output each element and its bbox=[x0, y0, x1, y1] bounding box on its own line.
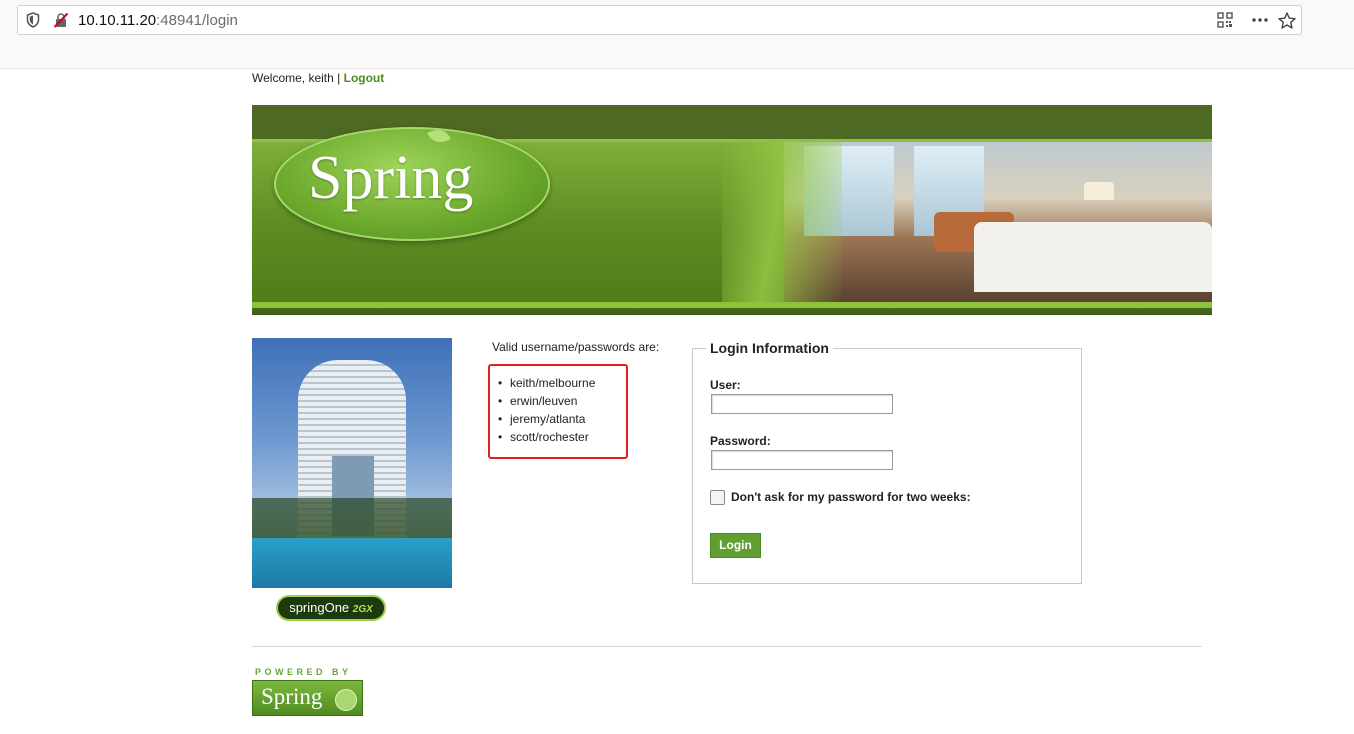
credential-item: jeremy/atlanta bbox=[498, 410, 595, 428]
credentials-list: keith/melbourne erwin/leuven jeremy/atla… bbox=[498, 374, 595, 446]
welcome-line: Welcome, keith | Logout bbox=[252, 71, 384, 85]
url-text[interactable]: 10.10.11.20:48941/login bbox=[78, 12, 238, 29]
spring-logo-text: Spring bbox=[308, 144, 474, 212]
url-host: 10.10.11.20 bbox=[78, 12, 157, 29]
credential-item: keith/melbourne bbox=[498, 374, 595, 392]
username-input[interactable] bbox=[711, 394, 893, 414]
banner-stripe bbox=[252, 302, 1212, 308]
header-banner: Spring bbox=[252, 105, 1212, 315]
hotel-building-image bbox=[252, 338, 452, 588]
more-icon[interactable] bbox=[1251, 12, 1269, 33]
banner-swoosh bbox=[722, 142, 842, 302]
logout-link[interactable]: Logout bbox=[344, 71, 385, 85]
credentials-title: Valid username/passwords are: bbox=[492, 340, 660, 354]
insecure-lock-icon[interactable] bbox=[53, 12, 69, 33]
springone-year: 2GX bbox=[352, 604, 373, 615]
springone-badge-link[interactable]: springOne 2GX bbox=[276, 595, 386, 621]
login-button[interactable]: Login bbox=[710, 533, 761, 558]
password-input[interactable] bbox=[711, 450, 893, 470]
login-legend: Login Information bbox=[706, 340, 833, 356]
lamp-shape bbox=[1084, 182, 1114, 200]
hotel-room-image bbox=[784, 142, 1212, 302]
url-path: :48941/login bbox=[156, 12, 238, 29]
bed-shape bbox=[974, 222, 1212, 292]
credential-item: erwin/leuven bbox=[498, 392, 595, 410]
remember-me-label: Don't ask for my password for two weeks: bbox=[731, 490, 971, 504]
shield-icon[interactable] bbox=[26, 12, 40, 33]
qr-code-icon[interactable] bbox=[1217, 12, 1233, 33]
footer-divider bbox=[252, 646, 1202, 647]
spring-badge-icon bbox=[335, 689, 357, 711]
user-label: User: bbox=[710, 378, 741, 392]
pool-shape bbox=[252, 538, 452, 588]
address-bar[interactable]: 10.10.11.20:48941/login bbox=[17, 5, 1302, 35]
powered-by-text: POWERED BY bbox=[255, 667, 352, 677]
credential-item: scott/rochester bbox=[498, 428, 595, 446]
browser-chrome: 10.10.11.20:48941/login bbox=[0, 0, 1354, 69]
palms-shape bbox=[252, 498, 452, 542]
springone-label: springOne bbox=[289, 600, 350, 615]
bookmark-star-icon[interactable] bbox=[1278, 12, 1296, 34]
remember-me-checkbox[interactable] bbox=[710, 490, 725, 505]
powered-by-spring-logo[interactable]: Spring bbox=[252, 680, 363, 716]
welcome-text: Welcome, keith | bbox=[252, 71, 341, 85]
password-label: Password: bbox=[710, 434, 771, 448]
footer-logo-text: Spring bbox=[261, 684, 323, 709]
